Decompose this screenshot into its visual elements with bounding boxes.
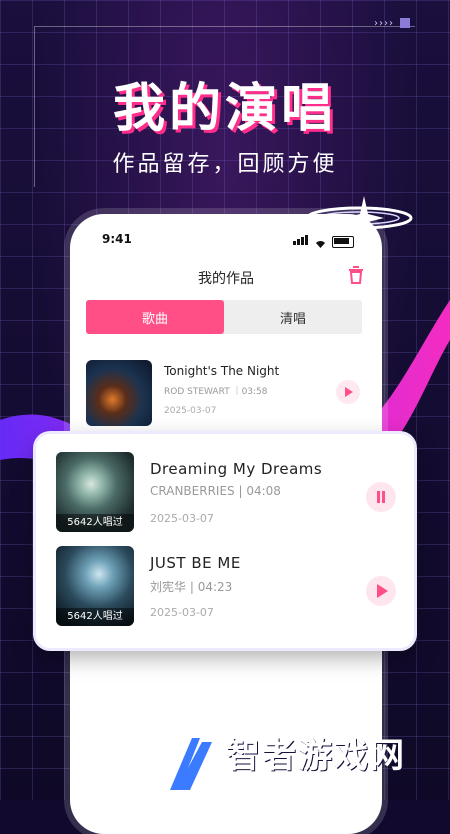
song-title: Dreaming My Dreams [150,460,323,478]
promo-subline: 作品留存，回顾方便 [112,152,338,177]
song-meta: ROD STEWART ｜03:58 [164,387,268,397]
tab-songs[interactable]: 歌曲 [86,300,224,334]
sung-count: 5642人唱过 [56,608,134,626]
album-cover: 5642人唱过 [56,546,134,626]
watermark-text: 智者游戏网 [226,736,406,776]
promo-headline: 我的演唱 [112,79,337,139]
album-cover: 5642人唱过 [56,452,134,532]
sung-count: 5642人唱过 [56,514,134,532]
arrows-decoration: ›››› [374,18,410,29]
song-date: 2025-03-07 [164,406,217,416]
status-bar: 9:41 [102,230,354,250]
album-cover [86,360,152,426]
song-title: Tonight's The Night [164,364,280,378]
song-date: 2025-03-07 [150,606,214,619]
battery-icon [332,236,354,248]
play-button[interactable] [336,380,360,404]
song-title: JUST BE ME [150,554,241,572]
work-tabs: 歌曲 清唱 [86,300,362,334]
pause-button[interactable] [366,482,396,512]
song-meta: CRANBERRIES | 04:08 [150,484,281,498]
list-item[interactable]: 5642人唱过 JUST BE ME 刘宪华 | 04:23 2025-03-0… [56,546,396,626]
status-time: 9:41 [102,232,132,246]
play-button[interactable] [366,576,396,606]
page-title: 我的作品 [198,271,254,287]
featured-card: 5642人唱过 Dreaming My Dreams CRANBERRIES |… [36,434,414,648]
wifi-icon [316,240,325,248]
list-item[interactable]: Tonight's The Night ROD STEWART ｜03:58 2… [86,360,366,426]
watermark-logo-icon [170,738,212,790]
signal-icon [293,234,309,248]
watermark-url: zzslyyxcfy.com [270,778,374,794]
tab-acapella[interactable]: 清唱 [224,300,362,334]
trash-icon[interactable] [348,266,364,284]
list-item[interactable]: 5642人唱过 Dreaming My Dreams CRANBERRIES |… [56,452,396,532]
song-date: 2025-03-07 [150,512,214,525]
song-meta: 刘宪华 | 04:23 [150,580,233,594]
